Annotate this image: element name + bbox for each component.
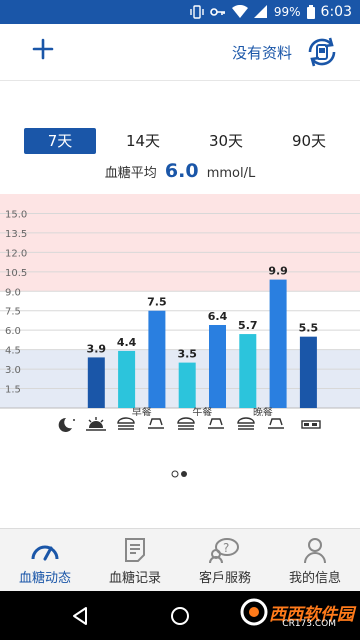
battery-percent: 99% — [273, 5, 301, 19]
tab-7-days[interactable]: 7天 — [24, 128, 96, 154]
bottom-navigation: 血糖动态 血糖记录 ? 客戶服務 我的信息 — [0, 528, 360, 592]
average-label: 血糖平均 — [104, 166, 157, 181]
page-indicator — [171, 470, 187, 478]
home-icon[interactable] — [170, 606, 190, 626]
add-icon[interactable] — [30, 36, 56, 62]
nav-label: 血糖动态 — [18, 571, 71, 586]
y-tick-label: 12.0 — [5, 248, 27, 259]
watermark-logo-icon — [240, 598, 268, 626]
bed-icon — [301, 420, 321, 429]
nav-label: 我的信息 — [288, 571, 341, 586]
wifi-icon — [231, 5, 248, 18]
y-tick-label: 13.5 — [5, 229, 27, 240]
key-icon — [210, 8, 225, 16]
bar-6 — [239, 334, 257, 408]
nav-glucose-records[interactable]: 血糖记录 — [90, 529, 180, 592]
tab-90-days[interactable]: 90天 — [273, 128, 345, 154]
nav-glucose-trend[interactable]: 血糖动态 — [0, 529, 90, 592]
bar-value-label: 3.9 — [87, 342, 107, 355]
nav-customer-service[interactable]: ? 客戶服務 — [180, 529, 270, 592]
vibrate-icon — [190, 5, 204, 19]
back-icon[interactable] — [70, 606, 90, 626]
bar-3 — [148, 310, 166, 408]
average-glucose: 血糖平均 6.0 mmol/L — [0, 160, 360, 182]
before-dinner-icon — [237, 417, 255, 430]
bar-value-label: 6.4 — [208, 310, 228, 323]
bar-value-label: 4.4 — [117, 336, 137, 349]
time-slot-icons — [58, 417, 321, 432]
signal-icon — [253, 5, 267, 18]
watermark: 西西软件园 CR173.COM — [239, 597, 354, 629]
nav-my-info[interactable]: 我的信息 — [270, 529, 360, 592]
gauge-icon — [31, 545, 59, 561]
nav-label: 血糖记录 — [108, 571, 161, 586]
bar-value-label: 3.5 — [177, 348, 197, 361]
system-navigation-bar: 西西软件园 CR173.COM — [0, 591, 360, 640]
y-tick-label: 9.0 — [5, 287, 21, 298]
tab-14-days[interactable]: 14天 — [107, 128, 179, 154]
page-dot-2 — [181, 471, 187, 477]
period-tabs: 7天 14天 30天 90天 — [24, 128, 356, 154]
status-bar: 99% 6:03 — [0, 0, 360, 24]
average-unit: mmol/L — [206, 166, 256, 181]
y-tick-label: 4.5 — [5, 346, 21, 357]
bar-1 — [87, 357, 105, 408]
sync-device-icon[interactable] — [302, 32, 342, 72]
glucose-bar-chart: 15.0 13.5 12.0 10.5 9.0 7.5 6.0 4.5 3.0 1.5 3.9 4.4… — [0, 194, 360, 416]
before-breakfast-icon — [117, 417, 135, 430]
svg-text:?: ? — [223, 541, 229, 555]
bar-8 — [299, 336, 317, 408]
person-icon — [304, 538, 326, 563]
bar-5 — [209, 324, 226, 408]
no-data-label: 没有资料 — [231, 44, 292, 62]
y-tick-label: 6.0 — [5, 326, 21, 337]
after-dinner-icon — [268, 418, 284, 429]
top-bar: 没有资料 — [0, 24, 360, 81]
y-tick-label: 10.5 — [5, 268, 27, 279]
record-icon — [125, 538, 145, 562]
average-value: 6.0 — [164, 160, 199, 182]
y-tick-label: 7.5 — [5, 307, 21, 318]
page-dot-1 — [171, 470, 179, 478]
y-tick-label: 15.0 — [5, 209, 27, 220]
bar-4 — [178, 362, 196, 408]
bar-value-label: 5.7 — [238, 319, 258, 332]
tab-30-days[interactable]: 30天 — [190, 128, 262, 154]
sunrise-icon — [86, 417, 106, 431]
before-lunch-icon — [177, 417, 195, 430]
y-tick-label: 3.0 — [5, 365, 21, 376]
y-tick-label: 1.5 — [5, 385, 21, 396]
battery-icon — [306, 5, 315, 19]
bar-7 — [269, 279, 287, 408]
bar-2 — [118, 350, 136, 408]
support-icon: ? — [209, 538, 239, 563]
bar-value-label: 7.5 — [147, 296, 167, 309]
after-breakfast-icon — [148, 418, 164, 429]
nav-label: 客戶服務 — [198, 571, 251, 586]
moon-icon — [58, 417, 75, 432]
clock: 6:03 — [320, 4, 352, 20]
bar-value-label: 9.9 — [268, 265, 288, 278]
range-band-0 — [0, 194, 360, 292]
watermark-url: CR173.COM — [282, 619, 336, 629]
after-lunch-icon — [208, 418, 224, 429]
bar-value-label: 5.5 — [299, 322, 319, 335]
